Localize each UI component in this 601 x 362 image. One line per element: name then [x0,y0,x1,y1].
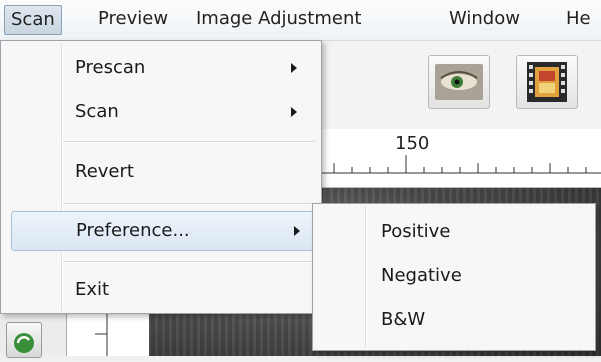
menu-item-label: Prescan [75,57,146,78]
vertical-ruler-ticks [95,312,108,356]
menu-item-label: Scan [75,101,119,122]
submenu-item-label: Positive [381,221,451,242]
submenu-item-bw[interactable]: B&W [317,300,591,340]
menu-separator [63,141,315,143]
menu-item-revert[interactable]: Revert [5,153,315,191]
menu-preview[interactable]: Preview [92,5,174,33]
menu-separator [63,203,315,205]
menu-help[interactable]: He [560,5,597,33]
menu-window[interactable]: Window [443,5,526,33]
submenu-arrow-icon [291,63,297,73]
menu-item-preference[interactable]: Preference... [11,211,315,251]
menu-item-exit[interactable]: Exit [5,271,315,309]
menu-item-label: Preference... [76,220,190,241]
menu-item-label: Exit [75,279,110,300]
toolbar [320,41,601,129]
film-strip-icon [527,62,567,102]
menu-scan[interactable]: Scan [4,5,62,35]
submenu-arrow-icon [294,226,300,236]
submenu-item-negative[interactable]: Negative [317,256,591,296]
eye-button[interactable] [428,55,490,109]
horizontal-ruler: 150 [320,129,601,188]
submenu-item-positive[interactable]: Positive [317,212,591,252]
refresh-icon [14,333,34,353]
submenu-arrow-icon [291,107,297,117]
submenu-item-label: Negative [381,265,462,286]
menu-item-scan[interactable]: Scan [5,93,315,131]
submenu-item-label: B&W [381,309,426,330]
menu-separator [63,261,315,263]
menu-item-label: Revert [75,161,134,182]
film-button[interactable] [516,55,578,109]
menu-bar: Scan Preview Image Adjustment Window He [0,0,601,41]
eye-icon [435,64,483,100]
menu-image-adjustment[interactable]: Image Adjustment [190,5,367,33]
side-tool-button[interactable] [6,322,42,358]
preference-submenu: Positive Negative B&W [312,203,596,351]
menu-item-prescan[interactable]: Prescan [5,49,315,87]
ruler-ticks [320,155,601,174]
vertical-ruler [66,312,149,356]
scan-menu: Prescan Scan Revert Preference... Exit [0,40,322,314]
